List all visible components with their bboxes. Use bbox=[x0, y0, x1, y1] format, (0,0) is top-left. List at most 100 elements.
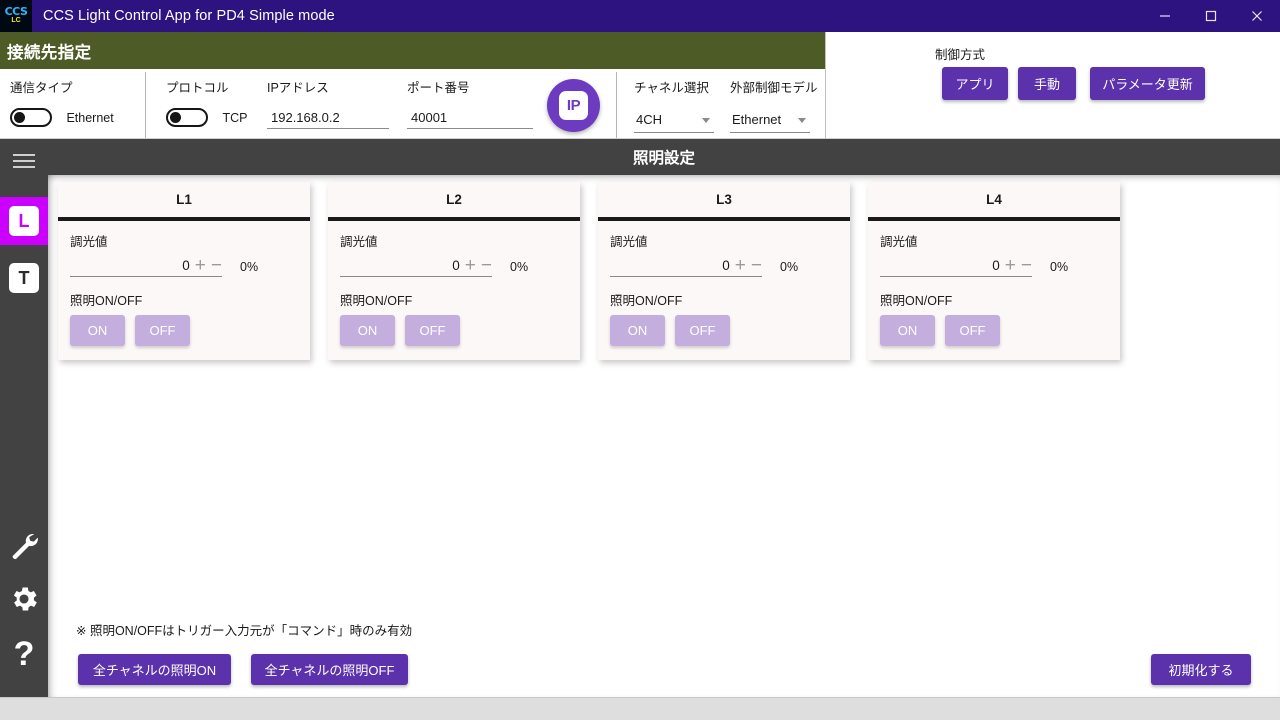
protocol-label: プロトコル bbox=[166, 81, 229, 95]
dim-value-label: 調光値 bbox=[340, 235, 378, 249]
comm-type-value: Ethernet bbox=[66, 110, 114, 125]
ip-address-input[interactable] bbox=[267, 110, 389, 129]
menu-bar bbox=[13, 166, 35, 168]
toggle-knob bbox=[170, 112, 181, 123]
light-card-title: L1 bbox=[176, 192, 192, 207]
control-mode-group: 制御方式 bbox=[935, 44, 985, 63]
sidebar-item-light-label: L bbox=[9, 206, 39, 236]
dim-value-label: 調光値 bbox=[610, 235, 648, 249]
reset-button[interactable]: 初期化する bbox=[1151, 654, 1251, 685]
comm-type-label: 通信タイプ bbox=[10, 81, 73, 95]
menu-icon[interactable] bbox=[0, 139, 48, 183]
ip-address-field: IPアドレス bbox=[267, 77, 389, 129]
ip-badge-label: IP bbox=[559, 91, 588, 120]
dim-value-stepper[interactable]: 0 + − bbox=[70, 256, 222, 277]
dim-value-stepper[interactable]: 0 + − bbox=[340, 256, 492, 277]
light-card-title: L2 bbox=[446, 192, 462, 207]
dim-value-row: 0 + − 0% bbox=[340, 256, 568, 277]
maximize-icon[interactable] bbox=[1188, 0, 1234, 32]
external-model-label: 外部制御モデル bbox=[730, 81, 818, 95]
dim-increment-button[interactable]: + bbox=[465, 256, 476, 275]
page-title: 照明設定 bbox=[632, 150, 695, 167]
window-controls bbox=[1142, 0, 1280, 32]
help-icon-label: ? bbox=[13, 634, 35, 673]
channel-select[interactable]: 4CH bbox=[634, 111, 714, 133]
protocol-field: プロトコル TCP bbox=[166, 77, 247, 127]
dim-value-number: 0 bbox=[182, 258, 190, 273]
dim-increment-button[interactable]: + bbox=[195, 256, 206, 275]
wrench-icon[interactable] bbox=[0, 519, 48, 569]
divider-2 bbox=[616, 72, 617, 138]
light-on-button[interactable]: ON bbox=[880, 315, 935, 346]
minimize-icon[interactable] bbox=[1142, 0, 1188, 32]
light-off-button[interactable]: OFF bbox=[675, 315, 730, 346]
dim-value-stepper[interactable]: 0 + − bbox=[880, 256, 1032, 277]
dim-value-row: 0 + − 0% bbox=[880, 256, 1108, 277]
status-bar bbox=[0, 697, 1280, 720]
light-card-body: 調光値 0 + − 0% 照明ON/OFF ON OFF bbox=[328, 221, 580, 346]
dim-decrement-button[interactable]: − bbox=[481, 256, 492, 275]
dim-percent-readout: 0% bbox=[240, 260, 259, 274]
dim-value-number: 0 bbox=[722, 258, 730, 273]
port-field: ポート番号 bbox=[407, 77, 533, 129]
comm-type-toggle[interactable] bbox=[10, 108, 52, 127]
menu-bar bbox=[13, 160, 35, 162]
dim-value-number: 0 bbox=[452, 258, 460, 273]
dim-percent-readout: 0% bbox=[780, 260, 799, 274]
dim-increment-button[interactable]: + bbox=[735, 256, 746, 275]
light-off-button[interactable]: OFF bbox=[945, 315, 1000, 346]
port-label: ポート番号 bbox=[407, 81, 470, 95]
sidebar: L T ? bbox=[0, 139, 48, 697]
light-onoff-label: 照明ON/OFF bbox=[340, 294, 413, 308]
connection-header-bar: 接続先指定 bbox=[0, 32, 825, 69]
light-on-button[interactable]: ON bbox=[610, 315, 665, 346]
light-card-body: 調光値 0 + − 0% 照明ON/OFF ON OFF bbox=[598, 221, 850, 346]
close-icon[interactable] bbox=[1234, 0, 1280, 32]
channel-select-value: 4CH bbox=[636, 112, 663, 127]
protocol-toggle[interactable] bbox=[166, 108, 208, 127]
toggle-knob bbox=[14, 112, 25, 123]
parameter-update-button[interactable]: パラメータ更新 bbox=[1090, 67, 1205, 100]
sidebar-item-light[interactable]: L bbox=[0, 197, 48, 245]
dim-decrement-button[interactable]: − bbox=[1021, 256, 1032, 275]
app-logo-lc-text: LC bbox=[11, 17, 21, 24]
light-off-button[interactable]: OFF bbox=[135, 315, 190, 346]
dim-value-row: 0 + − 0% bbox=[610, 256, 838, 277]
sidebar-item-trigger[interactable]: T bbox=[0, 254, 48, 302]
gear-icon[interactable] bbox=[0, 574, 48, 624]
dim-value-stepper[interactable]: 0 + − bbox=[610, 256, 762, 277]
light-onoff-label: 照明ON/OFF bbox=[880, 294, 953, 308]
light-card-l3: L3 調光値 0 + − 0% 照明ON/OFF ON OFF bbox=[598, 182, 850, 360]
light-off-button[interactable]: OFF bbox=[405, 315, 460, 346]
title-bar: CCS LC CCS Light Control App for PD4 Sim… bbox=[0, 0, 1280, 32]
external-model-field: 外部制御モデル Ethernet bbox=[730, 77, 818, 133]
protocol-value: TCP bbox=[222, 110, 248, 125]
all-channels-light-on-button[interactable]: 全チャネルの照明ON bbox=[78, 654, 231, 685]
external-model-value: Ethernet bbox=[732, 112, 782, 127]
dim-percent-readout: 0% bbox=[1050, 260, 1069, 274]
ip-indicator-button[interactable]: IP bbox=[547, 79, 600, 132]
light-onoff-row: ON OFF bbox=[610, 315, 838, 346]
light-on-button[interactable]: ON bbox=[340, 315, 395, 346]
dim-decrement-button[interactable]: − bbox=[751, 256, 762, 275]
control-mode-label: 制御方式 bbox=[935, 48, 986, 62]
light-card-l1: L1 調光値 0 + − 0% 照明ON/OFF ON OFF bbox=[58, 182, 310, 360]
dim-decrement-button[interactable]: − bbox=[211, 256, 222, 275]
dim-percent-readout: 0% bbox=[510, 260, 529, 274]
control-mode-app-button[interactable]: アプリ bbox=[942, 67, 1008, 100]
ip-address-label: IPアドレス bbox=[267, 81, 329, 95]
external-model-select[interactable]: Ethernet bbox=[730, 111, 810, 133]
divider-1 bbox=[145, 72, 146, 138]
light-card-l4: L4 調光値 0 + − 0% 照明ON/OFF ON OFF bbox=[868, 182, 1120, 360]
light-on-button[interactable]: ON bbox=[70, 315, 125, 346]
light-card-body: 調光値 0 + − 0% 照明ON/OFF ON OFF bbox=[58, 221, 310, 346]
control-mode-manual-button[interactable]: 手動 bbox=[1018, 67, 1076, 100]
comm-type-field: 通信タイプ Ethernet bbox=[10, 77, 114, 127]
chevron-down-icon bbox=[702, 118, 710, 123]
window-title: CCS Light Control App for PD4 Simple mod… bbox=[43, 8, 335, 24]
all-channels-light-off-button[interactable]: 全チャネルの照明OFF bbox=[251, 654, 408, 685]
app-logo-ccs-text: CCS bbox=[4, 5, 28, 18]
dim-increment-button[interactable]: + bbox=[1005, 256, 1016, 275]
port-input[interactable] bbox=[407, 110, 533, 129]
help-icon[interactable]: ? bbox=[0, 629, 48, 679]
